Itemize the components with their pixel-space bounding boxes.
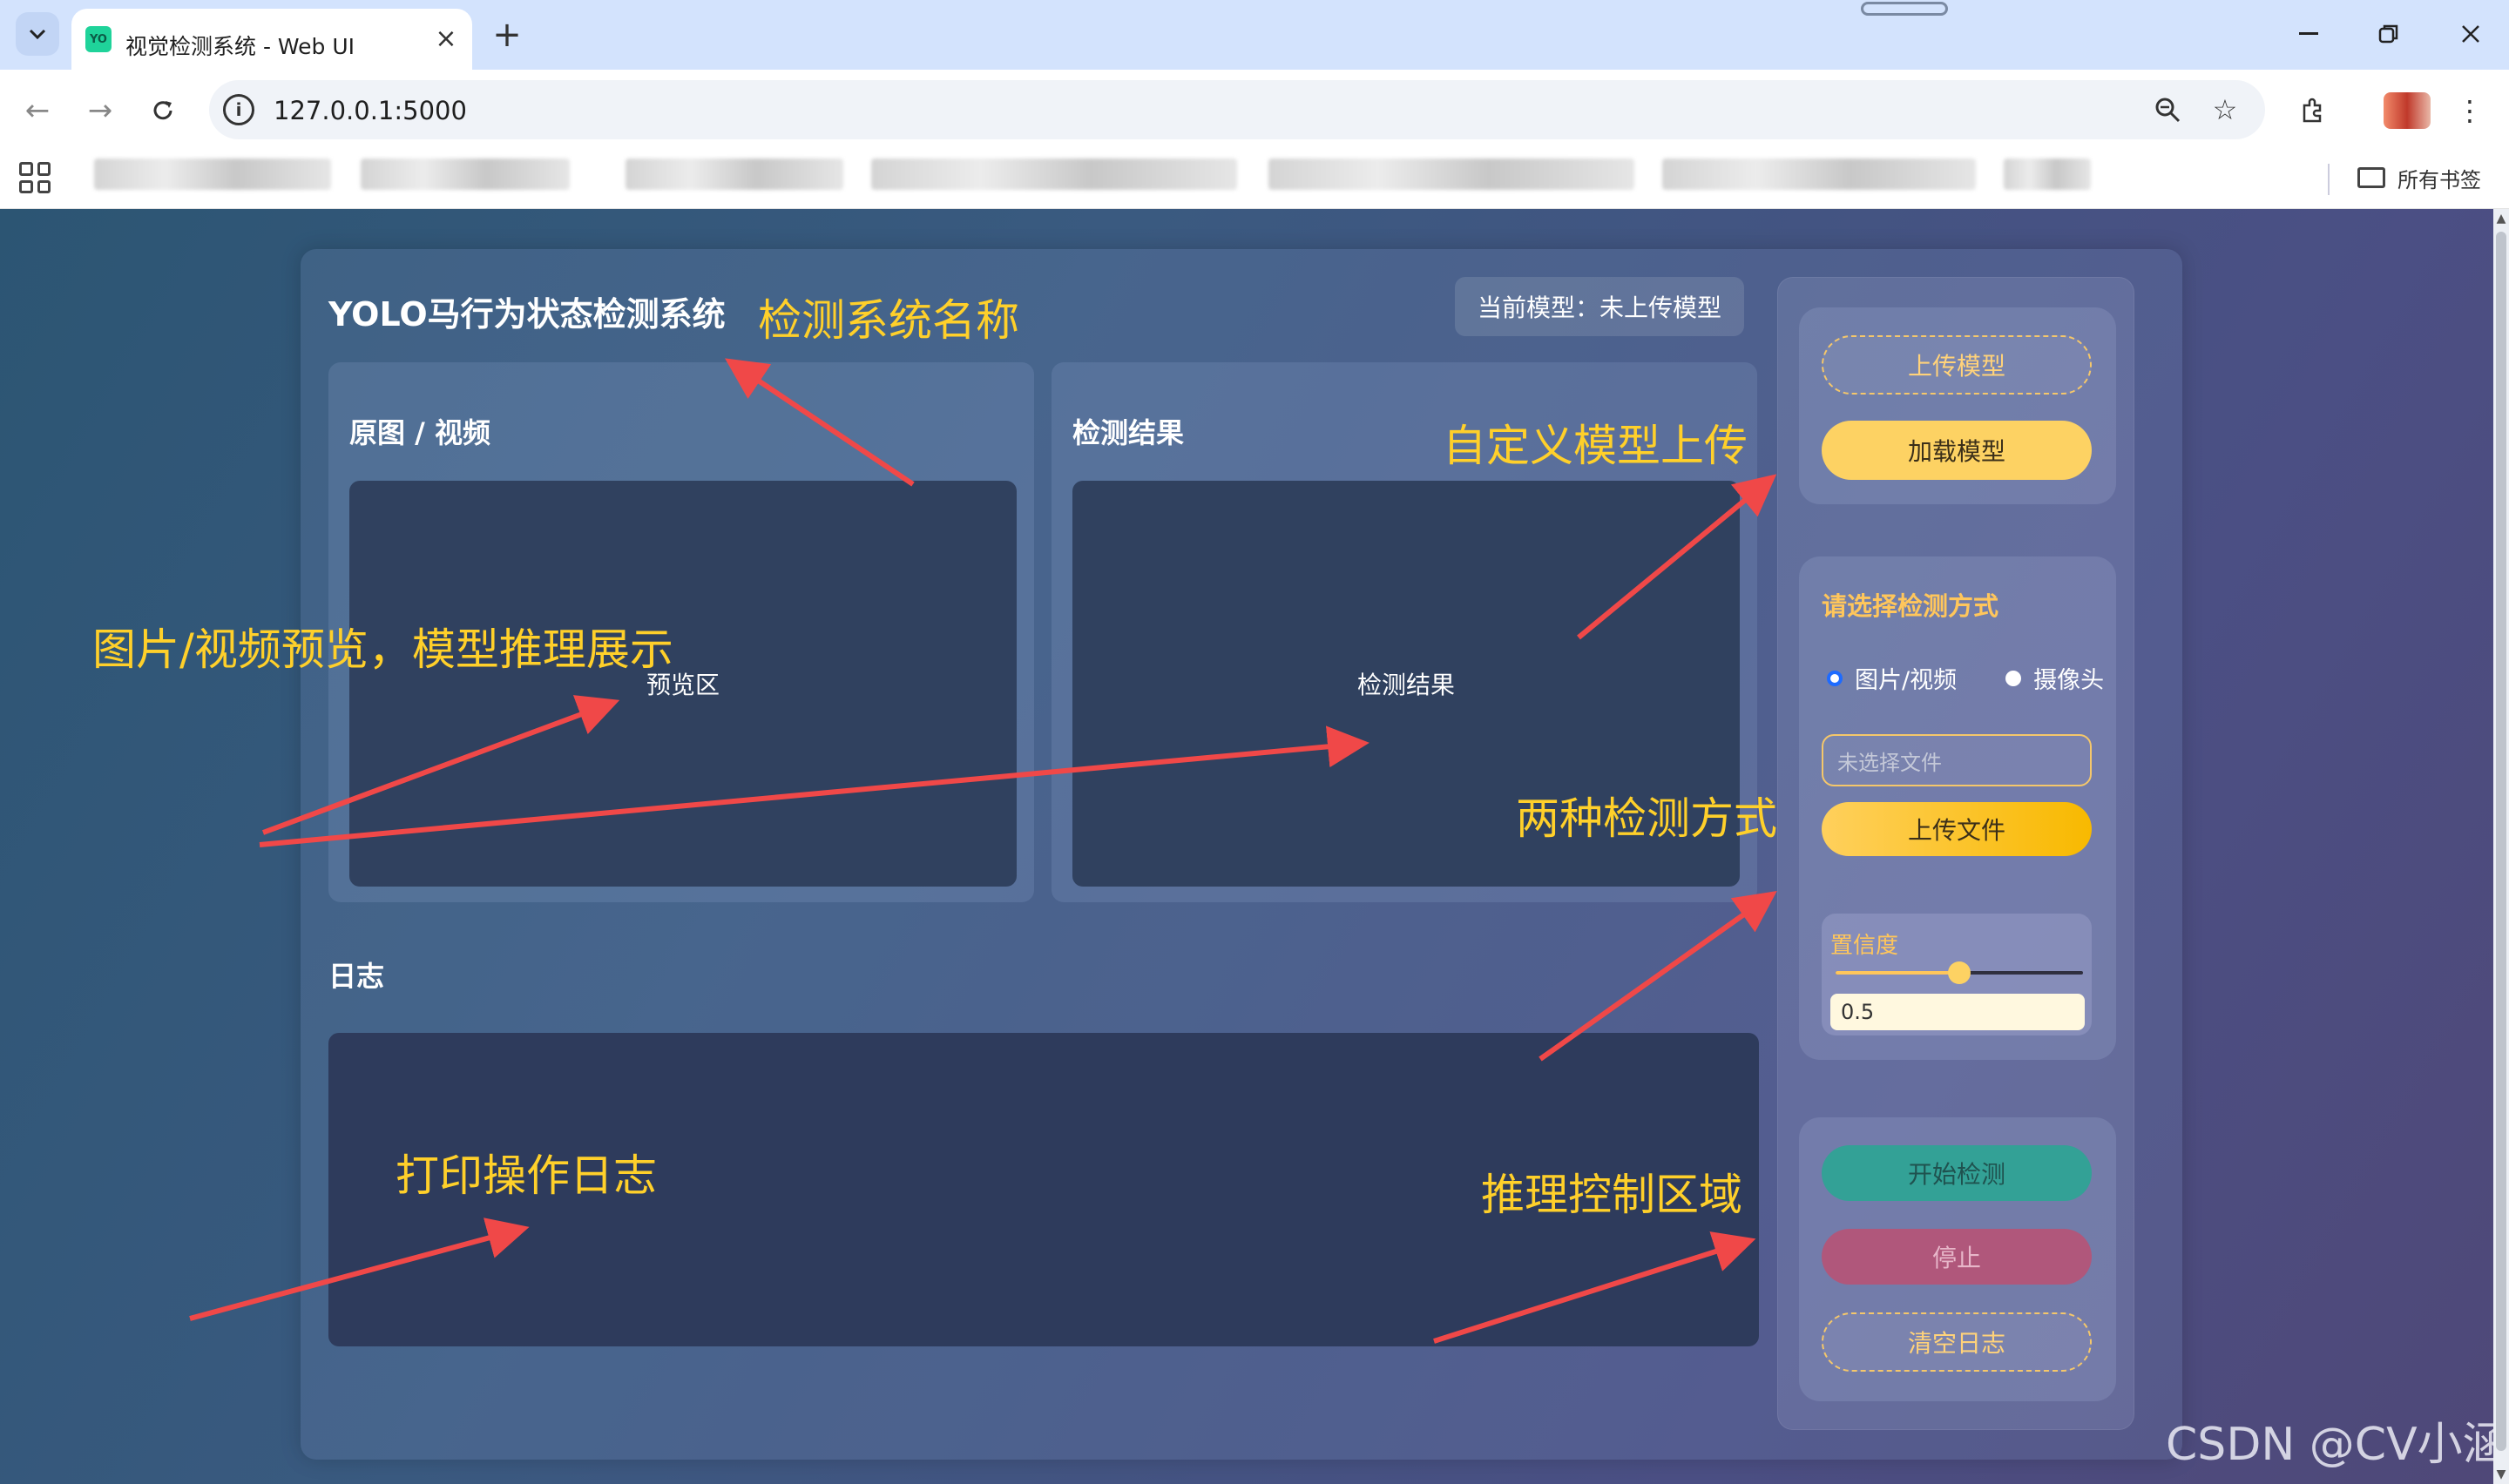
window-close-icon[interactable] — [2445, 12, 2497, 56]
all-bookmarks[interactable]: 所有书签 — [2357, 160, 2481, 195]
forward-icon[interactable]: → — [78, 89, 122, 132]
minimize-icon[interactable] — [2282, 12, 2335, 56]
bookmark-separator — [2328, 164, 2330, 195]
profile-avatar[interactable] — [2384, 92, 2431, 129]
blurred-bookmark[interactable] — [1662, 159, 1976, 190]
tab-search-icon[interactable] — [16, 12, 59, 56]
zoom-icon[interactable] — [2150, 92, 2185, 127]
arrow-to-control — [1433, 1231, 1756, 1344]
close-icon[interactable]: × — [430, 23, 462, 54]
watermark: CSDN @CV小涵 — [2166, 1419, 2508, 1471]
arrow-to-model-upload — [1577, 474, 1777, 640]
arrow-to-log — [189, 1218, 530, 1321]
arrow-to-title — [725, 358, 915, 487]
page-scrollbar[interactable]: ▲ ▼ — [2493, 209, 2509, 1484]
address-bar[interactable]: i 127.0.0.1:5000 ☆ — [209, 80, 2265, 139]
blurred-bookmark[interactable] — [94, 159, 331, 190]
tab-title: 视觉检测系统 - Web UI — [125, 34, 355, 59]
blurred-bookmark[interactable] — [871, 159, 1237, 190]
blurred-bookmark[interactable] — [1268, 159, 1634, 190]
scroll-up-icon[interactable]: ▲ — [2495, 212, 2507, 225]
arrow-to-preview — [261, 695, 620, 835]
browser-tab[interactable]: YO 视觉检测系统 - Web UI × — [71, 9, 472, 70]
browser-tab-bar: YO 视觉检测系统 - Web UI × + — [0, 0, 2509, 70]
all-bookmarks-label: 所有书签 — [2397, 167, 2481, 192]
site-info-icon[interactable]: i — [223, 94, 254, 125]
arrow-to-result — [259, 725, 1369, 847]
arrow-to-modes — [1539, 891, 1777, 1062]
back-icon[interactable]: ← — [16, 89, 59, 132]
page-viewport: YOLO马行为状态检测系统 当前模型：未上传模型 原图 / 视频 预览区 检测结… — [0, 209, 2493, 1484]
blurred-bookmark[interactable] — [361, 159, 570, 190]
apps-icon[interactable] — [19, 162, 51, 193]
scroll-down-icon[interactable]: ▼ — [2495, 1468, 2507, 1481]
restore-icon[interactable] — [2363, 12, 2415, 56]
browser-toolbar: ← → i 127.0.0.1:5000 ☆ ⋮ — [0, 70, 2509, 150]
extensions-icon[interactable] — [2291, 89, 2335, 132]
annotation-arrows — [189, 358, 1777, 1344]
favicon-icon: YO — [85, 26, 112, 52]
plus-icon[interactable]: + — [488, 16, 526, 54]
bookmarks-bar: 所有书签 — [0, 150, 2509, 209]
star-icon[interactable]: ☆ — [2208, 92, 2242, 127]
blurred-bookmark[interactable] — [2004, 159, 2091, 190]
reload-icon[interactable] — [141, 89, 185, 132]
scrollbar-thumb[interactable] — [2496, 232, 2506, 1451]
window-drag-indicator — [1861, 2, 1948, 16]
more-icon[interactable]: ⋮ — [2448, 89, 2492, 132]
url-text[interactable]: 127.0.0.1:5000 — [274, 96, 467, 125]
blurred-bookmark[interactable] — [626, 159, 843, 190]
folder-icon — [2357, 167, 2385, 188]
